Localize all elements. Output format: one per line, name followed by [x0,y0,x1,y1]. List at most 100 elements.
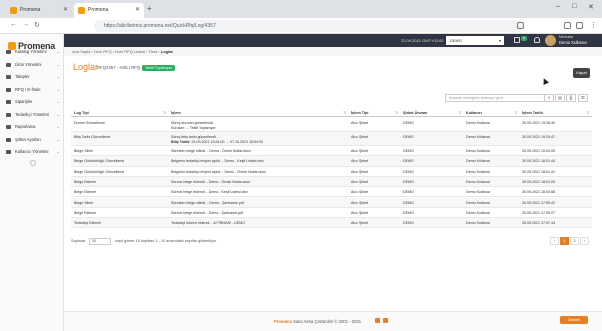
breadcrumb-link[interactable]: Hızlı RFQ [94,49,112,54]
reload-icon[interactable]: ↻ [34,21,40,29]
cart-icon[interactable] [514,37,520,43]
notification-icon[interactable] [534,37,540,43]
table-cell: 30.09.2021 19:28:40 [522,121,555,125]
column-header[interactable]: Şirket Ünvanı [403,109,427,117]
page-button[interactable]: › [580,237,589,245]
sidebar-item[interactable]: Şirket Ayarları ⌄ [0,134,64,146]
support-button[interactable]: Destek [560,316,588,324]
new-tab-icon[interactable]: + [147,4,152,13]
sort-icon[interactable]: ⇅ [343,109,346,117]
close-tab-icon[interactable]: ✕ [135,3,140,18]
table-cell: Alıcı Şirket [351,180,368,184]
sort-icon[interactable]: ⇅ [514,109,517,117]
forward-icon[interactable]: → [22,21,29,28]
menu-icon[interactable]: ⋮ [590,21,597,29]
table-header: Log Tipi İşlem İşlem Tipi Şirket Ünvanı Kull… [71,109,592,117]
collapse-sidebar-button[interactable] [30,160,36,166]
cell-text: Alıcı Şirket [351,190,369,195]
columns-icon[interactable]: ▤ [555,94,565,102]
extension-icon[interactable] [517,22,524,29]
browser-tab[interactable]: Promena ✕ [6,3,72,18]
close-button[interactable]: Kapat [573,68,590,78]
search-input[interactable]: Aramak istediğiniz kelimeyi girin... [445,94,553,102]
chevron-down-icon: ⌄ [56,86,60,92]
page-button[interactable]: 1 [560,237,569,245]
page-button[interactable]: ‹ [550,237,559,245]
table-cell: 30.09.2021 19:25:47 [522,135,555,139]
sort-icon[interactable]: ⇅ [458,109,461,117]
cell-text: 30.09.2021 18:01:09 [522,179,555,184]
cell-text: Durum Güncelleme [74,121,105,125]
box-icon [6,62,11,67]
cell-text: 30.09.2021 19:25:47 [522,135,555,139]
table-cell: Demo Kullanıcı [466,221,490,225]
download-icon[interactable] [576,22,583,29]
sidebar-item-label: Talepler [15,74,30,79]
sidebar-item[interactable]: Tedarikçi Yönetimi ⌄ [0,109,64,121]
column-header[interactable]: İşlem [171,109,181,117]
table-cell: Belgenin tedarikçi erişimi açıldı. - Dem… [171,170,266,174]
sidebar-item[interactable]: RFQ / E-İhale ⌄ [0,84,64,96]
breadcrumb-link[interactable]: Özet [149,49,157,54]
social-icon[interactable] [383,318,388,323]
breadcrumb-link[interactable]: Ana Sayfa [72,49,90,54]
page-button[interactable]: 2 [570,237,579,245]
app-window: Promena ✕ Promena ✕ + – □ ✕ ← → ↻ https:… [0,0,602,331]
favicon-icon [78,7,85,14]
cell-text: Demo Kullanıcı [466,121,491,125]
chevron-down-icon: ⌄ [56,136,60,142]
status-badge: Teklif Toplanıyor [142,65,176,71]
cell-text: DEMO [403,149,414,153]
user-menu[interactable]: Merhaba Demo Kullanıcı [559,35,587,45]
table-cell: 30.09.2021 18:01:09 [522,180,555,184]
user-icon [6,150,11,154]
cell-text: Belge Silme [74,149,94,153]
sidebar-item[interactable]: Raporlama ⌄ [0,121,64,133]
table-cell: Tedarikçi sürece eklendi. - A FİRMASI - … [171,221,245,225]
column-header[interactable]: İşlem Tipi [351,109,368,117]
column-header[interactable]: Kullanıcı [466,109,482,117]
close-tab-icon[interactable]: ✕ [63,3,68,18]
sidebar-item[interactable]: Katalog Yönetimi ⌄ [0,46,64,58]
avatar[interactable] [545,35,556,46]
table-row: Belge Silme Sürecten belge silindi. - Dem… [71,197,592,208]
back-icon[interactable]: ← [10,21,17,28]
table-cell: Alıcı Şirket [351,190,368,194]
browser-tab-active[interactable]: Promena ✕ [74,3,144,18]
maximize-icon[interactable]: □ [572,3,576,10]
print-icon[interactable]: ⎚ [578,94,588,102]
sidebar-item[interactable]: Talepler ⌄ [0,71,64,83]
cell-text: Sürecten belge silindi. - Demo - Şartnam… [171,200,244,205]
close-window-icon[interactable]: ✕ [588,3,594,11]
profile-icon[interactable] [564,22,571,29]
cell-text: Sürece belge eklendi. - Demo - Keşif Lis… [171,190,248,195]
table-cell: Süreç durumu güncellendi. Kurulum → Tekli… [171,121,216,130]
sidebar-item[interactable]: Kullanıcı Yönetimi ⌄ [0,146,64,158]
cell-text: Alıcı Şirket [351,135,369,139]
social-icon[interactable] [375,318,380,323]
cell-text: Belge Görünürlüğü Güncelleme [74,159,125,164]
table-row: Belge Görünürlüğü Güncelleme Belgenin ted… [71,156,592,167]
url-input[interactable]: https://alicilarimiz.promena.net/QuickRf… [94,20,524,32]
minimize-icon[interactable]: – [556,3,560,10]
cell-text: Süreç durumu güncellendi. [171,121,214,125]
table-cell: 30.09.2021 17:57:44 [522,221,555,225]
breadcrumb-link[interactable]: Hızlı RFQ Listesi [115,49,145,54]
cell-text-detail: 24.09.2021 15:54:00 → 07.10.2021 15:54:0… [190,140,264,144]
table-cell: Alıcı Şirket [351,121,368,125]
column-header[interactable]: İşlem Tarihi [522,109,543,117]
sidebar-item[interactable]: Siparişler ⌄ [0,96,64,108]
cell-text: DEMO [403,169,414,174]
column-header[interactable]: Log Tipi [74,109,89,117]
table-cell: 30.09.2021 18:01:41 [522,170,555,174]
clear-search-icon[interactable]: ✕ [544,94,554,102]
cell-text-secondary: Bitiş Tarihi: 24.09.2021 15:54:00 → 07.1… [171,140,263,144]
sidebar-item[interactable]: Ürün Yönetimi ⌄ [0,59,64,71]
export-icon[interactable]: ⎙ [566,94,576,102]
table-cell: Demo Kullanıcı [466,121,490,125]
page-size-select[interactable]: 10 [89,237,111,245]
sort-icon[interactable]: ⇅ [586,109,589,117]
sort-icon[interactable]: ⇅ [163,109,166,117]
sort-icon[interactable]: ⇅ [395,109,398,117]
company-select[interactable]: DEMO ▾ [446,36,504,45]
